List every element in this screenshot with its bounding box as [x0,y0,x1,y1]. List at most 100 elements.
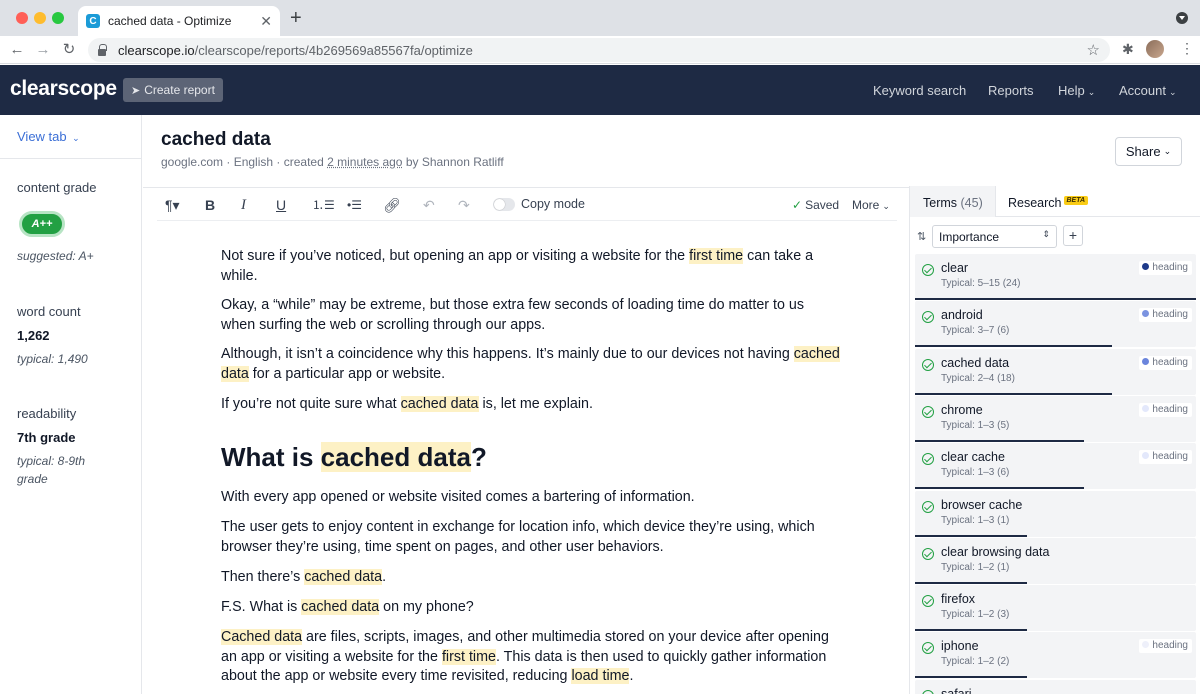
browser-toolbar: ← → ↻ clearscope.io/clearscope/reports/4… [0,36,1200,64]
check-circle-icon [922,642,934,655]
text: is, let me explain. [478,396,593,412]
sort-select-value: Importance [939,230,1000,244]
term-item[interactable]: chrome Typical: 1–3 (5) heading [915,395,1196,442]
editor-toolbar: ¶▾ B I U ⒈☰ •☰ 🔗︎ ↶ ↷ Copy mode ✓ Saved M… [157,189,897,221]
heading-badge-label: heading [1152,403,1188,415]
close-window-button[interactable] [16,12,28,24]
copy-mode-toggle[interactable] [493,198,515,211]
text: What is [221,442,321,472]
paragraph: Although, it isn’t a coincidence why thi… [221,345,841,384]
term-item[interactable]: safari [915,679,1196,694]
bullet-list-icon[interactable]: •☰ [347,196,362,214]
profile-avatar[interactable] [1146,40,1164,58]
tab-search-icon[interactable] [1176,12,1188,24]
meta-author: by Shannon Ratliff [402,155,504,169]
share-button[interactable]: Share ⌄ [1115,137,1182,166]
nav-keyword-search[interactable]: Keyword search [873,83,966,98]
term-progress-bar [915,676,1028,679]
text: F.S. What is [221,599,302,615]
nav-help[interactable]: Help ⌄ [1058,83,1095,98]
nav-help-label: Help [1058,83,1085,98]
create-report-button[interactable]: ➤ Create report [123,78,223,102]
term-item[interactable]: browser cache Typical: 1–3 (1) [915,490,1196,537]
tab-research[interactable]: Research BETA [1008,196,1089,210]
heading-badge: heading [1139,355,1192,370]
term-name: iphone [941,639,979,654]
minimize-window-button[interactable] [34,12,46,24]
highlighted-term: cached data [400,396,479,412]
more-dropdown[interactable]: More ⌄ [852,198,890,212]
view-tab-dropdown[interactable]: View tab ⌄ [17,129,80,144]
content-grade-badge: A++ [19,211,65,237]
view-tab-label: View tab [17,129,67,144]
tab-terms[interactable]: Terms (45) [910,186,996,217]
term-item[interactable]: clear browsing data Typical: 1–2 (1) [915,537,1196,584]
redo-icon[interactable]: ↷ [458,196,470,214]
term-name: firefox [941,592,976,607]
content-grade-label: content grade [17,180,97,195]
nav-reports[interactable]: Reports [988,83,1034,98]
browser-menu-icon[interactable]: ⋮ [1180,40,1194,57]
new-tab-button[interactable]: + [290,8,302,28]
term-item[interactable]: cached data Typical: 2–4 (18) heading [915,348,1196,395]
maximize-window-button[interactable] [52,12,64,24]
editor-main: cached data google.com · English · creat… [143,115,909,694]
sort-select[interactable]: Importance ⇕ [932,225,1057,248]
saved-status: ✓ Saved [792,198,839,212]
sort-order-icon[interactable]: ⇅ [917,230,926,243]
check-icon: ✓ [792,198,803,212]
heading-dot-icon [1142,310,1150,318]
term-typical: Typical: 1–3 (6) [941,467,1010,479]
text: for a particular app or website. [248,365,446,382]
term-name: cached data [941,355,1010,370]
address-bar[interactable]: clearscope.io/clearscope/reports/4b26956… [88,38,1110,62]
chevron-down-icon: ⌄ [1163,146,1172,156]
check-circle-icon [922,264,934,276]
paragraph-format-icon[interactable]: ¶▾ [165,196,180,214]
forward-arrow-icon[interactable]: → [34,40,52,60]
term-item[interactable]: android Typical: 3–7 (6) heading [915,301,1196,348]
back-arrow-icon[interactable]: ← [8,40,26,60]
extensions-puzzle-icon[interactable]: ✱ [1122,41,1134,58]
term-item[interactable]: clear cache Typical: 1–3 (6) heading [915,443,1196,490]
term-name: clear cache [941,450,1005,465]
highlighted-term: first time [441,648,496,665]
paragraph: Cached data are files, scripts, images, … [221,628,841,687]
check-circle-icon [922,595,934,608]
tab-terms-label: Terms [923,196,958,210]
share-label: Share [1125,144,1161,159]
term-typical: Typical: 1–3 (5) [941,419,1010,431]
term-item[interactable]: firefox Typical: 1–2 (3) [915,585,1196,632]
bookmark-star-icon[interactable]: ☆ [1087,41,1100,59]
bold-icon[interactable]: B [205,196,215,214]
reload-icon[interactable]: ↻ [60,40,78,60]
browser-tab[interactable]: C cached data - Optimize ✕ [78,6,280,36]
close-tab-icon[interactable]: ✕ [260,13,272,30]
underline-icon[interactable]: U [276,196,286,214]
term-name: browser cache [941,497,1023,512]
italic-icon[interactable]: I [241,196,246,214]
term-progress-bar [915,534,1028,537]
clearscope-favicon-icon: C [86,14,100,28]
heading-badge: heading [1139,639,1192,654]
term-name: safari [941,686,972,694]
add-term-button[interactable]: + [1063,225,1083,246]
meta-prefix: google.com · English · created [161,155,328,169]
term-progress-bar [915,298,1196,300]
link-icon[interactable]: 🔗︎ [383,196,401,214]
term-typical: Typical: 1–2 (1) [941,561,1010,573]
heading-badge-label: heading [1152,262,1188,273]
paragraph: Then there’s cached data. [221,568,841,588]
nav-account[interactable]: Account ⌄ [1119,83,1177,98]
chevron-down-icon: ⌄ [882,201,890,211]
page-title: cached data [161,129,271,150]
ordered-list-icon[interactable]: ⒈☰ [312,196,335,214]
term-item[interactable]: clear Typical: 5–15 (24) heading [915,254,1196,300]
tab-research-label: Research [1008,196,1062,210]
term-item[interactable]: iphone Typical: 1–2 (2) heading [915,632,1196,679]
term-typical: Typical: 1–3 (1) [941,514,1010,526]
section-heading: What is cached data? [221,442,841,473]
clearscope-logo[interactable]: clearscope [10,77,117,101]
paragraph: If you’re not quite sure what cached dat… [221,395,841,415]
undo-icon[interactable]: ↶ [423,196,435,214]
